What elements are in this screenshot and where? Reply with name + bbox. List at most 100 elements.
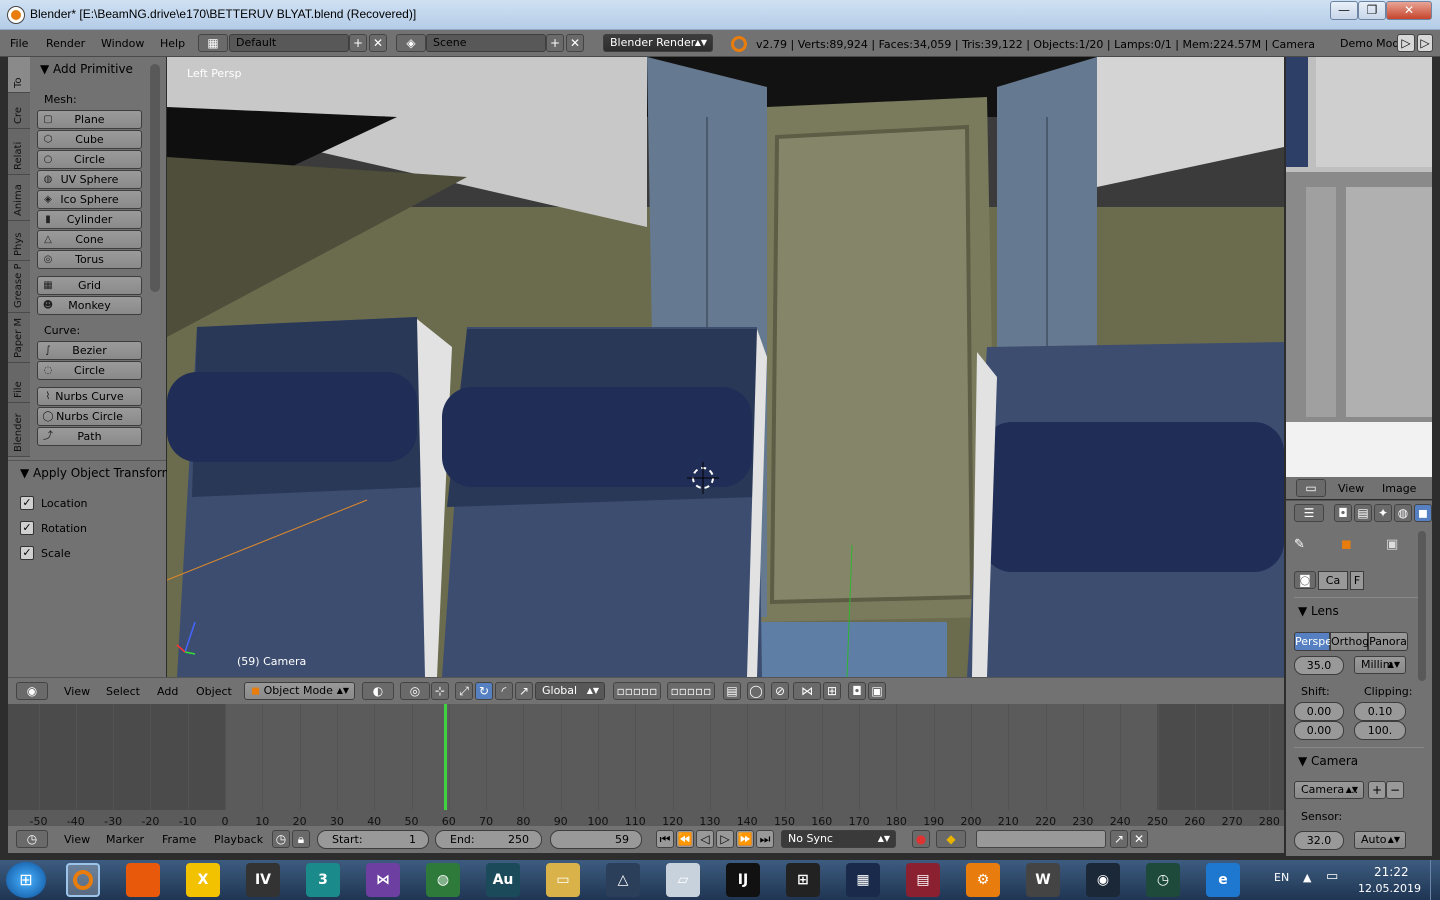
menu-object[interactable]: Object (196, 685, 232, 698)
start-frame-field[interactable]: Start: 1 (317, 830, 429, 849)
audition-icon[interactable]: Au (486, 863, 520, 897)
render-engine-dropdown[interactable]: Blender Render ▲▼ (603, 34, 713, 52)
opengl-render-icon[interactable]: ◘ (848, 682, 866, 700)
jump-keyframe-back-icon[interactable]: ⏪ (676, 830, 694, 848)
preview-range-icon[interactable]: ◷ (272, 830, 290, 848)
camera-datablock-icon[interactable]: ◙ (1294, 571, 1316, 589)
add-grid-button[interactable]: ▦ Grid (37, 276, 142, 295)
panoramic-button[interactable]: Panora (1368, 632, 1408, 651)
jump-keyframe-forward-icon[interactable]: ⏩ (736, 830, 754, 848)
paper-app-icon[interactable]: ▱ (666, 863, 700, 897)
demo-next-icon[interactable]: ▷ (1417, 34, 1433, 52)
image-editor[interactable] (1286, 57, 1432, 477)
properties-scrollbar[interactable] (1418, 531, 1426, 681)
scene-tab-icon[interactable]: ✦ (1374, 504, 1392, 522)
proportional-edit-icon[interactable]: ⊘ (771, 682, 789, 700)
add-cone-button[interactable]: △ Cone (37, 230, 142, 249)
piano-app-icon[interactable]: ⊞ (786, 863, 820, 897)
object-tab-icon[interactable]: ◼ (1414, 504, 1432, 522)
pin-icon[interactable]: ✎ (1294, 537, 1305, 552)
delete-keyframe-icon[interactable]: ✕ (1130, 830, 1148, 848)
current-frame-indicator[interactable] (444, 704, 448, 810)
operator-panel-header[interactable]: ▼ Apply Object Transform (20, 466, 173, 480)
camera-panel-header[interactable]: ▼ Camera (1298, 754, 1358, 768)
menu-view[interactable]: View (64, 685, 90, 698)
orientation-dropdown[interactable]: Global ▲▼ (535, 682, 605, 700)
clip-end-field[interactable]: 100. (1354, 721, 1406, 740)
properties-editor-type-icon[interactable]: ☰ (1294, 504, 1324, 522)
fake-user-button[interactable]: F (1350, 571, 1364, 590)
timeline-editor-type-icon[interactable]: ◷ (16, 830, 48, 848)
add-preset-icon[interactable]: + (1368, 781, 1386, 799)
jump-end-icon[interactable]: ⏭ (756, 830, 774, 848)
menu-help[interactable]: Help (160, 37, 185, 50)
tab-create[interactable]: Cre (8, 93, 30, 129)
remove-preset-icon[interactable]: − (1386, 781, 1404, 799)
layout-name-field[interactable]: Default (229, 34, 349, 52)
tab-paper-model[interactable]: Paper M (8, 313, 30, 363)
rotation-checkbox[interactable]: ✓ (20, 521, 34, 535)
add-bezier-button[interactable]: ∫ Bezier (37, 341, 142, 360)
rotate-manipulator-icon[interactable]: ↻ (475, 682, 493, 700)
image-editor-type-icon[interactable]: ▭ (1296, 479, 1326, 497)
nodes-app-icon[interactable] (126, 863, 160, 897)
scale-checkbox[interactable]: ✓ (20, 546, 34, 560)
scene-remove-icon[interactable]: ✕ (566, 34, 584, 52)
maximize-button[interactable]: ❐ (1358, 1, 1386, 20)
end-frame-field[interactable]: End: 250 (435, 830, 542, 849)
lens-panel-header[interactable]: ▼ Lens (1298, 604, 1339, 618)
add-cylinder-button[interactable]: ▮ Cylinder (37, 210, 142, 229)
perspective-button[interactable]: Perspe (1294, 632, 1332, 651)
render-preview-icon[interactable]: ◯ (747, 682, 765, 700)
focal-length-field[interactable]: 35.0 (1294, 656, 1344, 675)
add-torus-button[interactable]: ◎ Torus (37, 250, 142, 269)
current-frame-field[interactable]: 59 (550, 830, 642, 849)
snap-target-icon[interactable]: ⊞ (823, 682, 841, 700)
ie-icon[interactable]: e (1206, 863, 1240, 897)
editor-type-icon[interactable]: ◉ (16, 682, 48, 700)
keying-set-field[interactable] (976, 830, 1106, 848)
explorer-icon[interactable]: ▭ (546, 863, 580, 897)
clock-time[interactable]: 21:22 (1374, 865, 1409, 879)
add-cube-button[interactable]: ⬡ Cube (37, 130, 142, 149)
add-curve-circle-button[interactable]: ◌ Circle (37, 361, 142, 380)
layers-row-1-icon[interactable]: ▫▫▫▫▫ (613, 682, 661, 700)
globe-app-icon[interactable]: ◍ (426, 863, 460, 897)
sensor-fit-dropdown[interactable]: Auto ▲▼ (1354, 831, 1406, 849)
sync-mode-dropdown[interactable]: No Sync ▲▼ (781, 830, 896, 848)
tab-blender[interactable]: Blender (8, 403, 30, 457)
pointer-manipulator-icon[interactable]: ↗ (515, 682, 533, 700)
record-icon[interactable]: ● (912, 830, 930, 848)
menu-window[interactable]: Window (101, 37, 144, 50)
object-mode-dropdown[interactable]: ◼ Object Mode ▲▼ (244, 682, 355, 700)
viewport-shading-icon[interactable]: ◐ (362, 682, 394, 700)
tab-grease-pencil[interactable]: Grease P (8, 261, 30, 313)
lens-unit-dropdown[interactable]: Millim ▲▼ (1354, 656, 1406, 674)
menu-image[interactable]: Image (1382, 482, 1416, 495)
add-ico-sphere-button[interactable]: ◈ Ico Sphere (37, 190, 142, 209)
menu-playback[interactable]: Playback (214, 833, 263, 846)
gta-iv-icon[interactable]: IV (246, 863, 280, 897)
gear-app-icon[interactable]: ⚙ (966, 863, 1000, 897)
scene-name-field[interactable]: Scene (426, 34, 546, 52)
monitor-app-icon[interactable]: ◷ (1146, 863, 1180, 897)
pivot-point-icon[interactable]: ◎ (400, 682, 430, 700)
menu-marker[interactable]: Marker (106, 833, 144, 846)
tab-tools[interactable]: To (8, 57, 30, 93)
network-icon[interactable]: ▭ (1326, 869, 1338, 884)
scene-add-icon[interactable]: + (546, 34, 564, 52)
clip-start-field[interactable]: 0.10 (1354, 702, 1406, 721)
timeline-editor[interactable]: -50 -40 -30 -20 -10 0 10 20 30 40 50 60 70 80 90 100 110… (8, 704, 1284, 828)
3dsmax-icon[interactable]: 3 (306, 863, 340, 897)
add-uv-sphere-button[interactable]: ◍ UV Sphere (37, 170, 142, 189)
blender-icon[interactable] (66, 863, 100, 897)
w-app-icon[interactable]: W (1026, 863, 1060, 897)
daw-app-icon[interactable]: ▦ (846, 863, 880, 897)
snap-element-icon[interactable]: ⋈ (793, 682, 821, 700)
insert-keyframe-icon[interactable]: ↗ (1110, 830, 1128, 848)
jump-start-icon[interactable]: ⏮ (656, 830, 674, 848)
menu-image-view[interactable]: View (1338, 482, 1364, 495)
opengl-anim-icon[interactable]: ▣ (868, 682, 886, 700)
layout-browse-icon[interactable]: ▦ (198, 34, 228, 52)
shift-y-field[interactable]: 0.00 (1294, 721, 1344, 740)
